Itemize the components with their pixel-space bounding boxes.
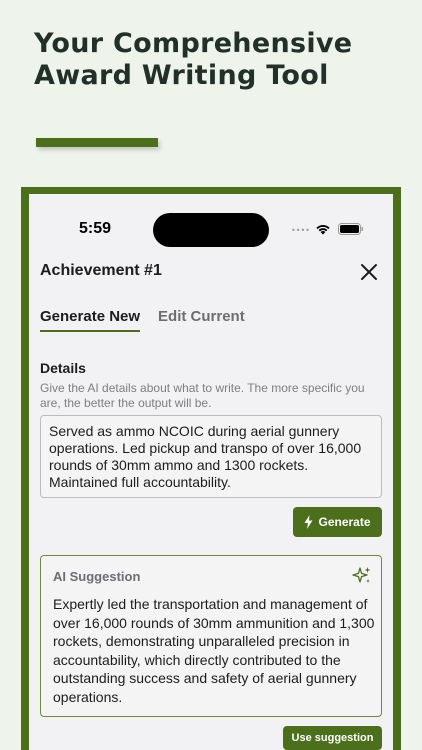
status-indicators: •••• <box>291 223 371 235</box>
use-suggestion-button[interactable]: Use suggestion <box>283 726 382 750</box>
ai-suggestion-text: Expertly led the transportation and mana… <box>53 596 375 705</box>
tab-generate-new[interactable]: Generate New <box>40 308 141 332</box>
accent-bar <box>36 138 158 147</box>
hero-title: Your Comprehensive Award Writing Tool <box>34 28 353 91</box>
app-screen: 5:59 •••• Achievement #1 Generate New Ed… <box>29 194 393 750</box>
sparkles-icon <box>352 567 371 583</box>
dynamic-island <box>153 213 269 247</box>
ai-suggestion-card: AI Suggestion Expertly led the transport… <box>40 555 382 717</box>
signal-dots-icon: •••• <box>291 226 310 235</box>
status-time: 5:59 <box>79 220 112 237</box>
close-icon[interactable] <box>359 262 379 282</box>
details-label: Details <box>40 360 86 376</box>
phone-frame: 5:59 •••• Achievement #1 Generate New Ed… <box>21 187 401 750</box>
wifi-icon <box>316 225 330 235</box>
battery-icon <box>338 223 364 235</box>
generate-button-label: Generate <box>318 515 371 529</box>
lightning-icon <box>304 515 313 529</box>
tab-edit-current[interactable]: Edit Current <box>158 308 245 332</box>
details-help-text: Give the AI details about what to write.… <box>40 381 365 410</box>
sheet-title: Achievement #1 <box>40 262 162 279</box>
generate-button[interactable]: Generate <box>293 507 382 537</box>
ai-suggestion-title: AI Suggestion <box>53 569 141 584</box>
tab-bar: Generate New Edit Current <box>40 308 245 332</box>
details-input[interactable]: Served as ammo NCOIC during aerial gunne… <box>40 415 382 498</box>
